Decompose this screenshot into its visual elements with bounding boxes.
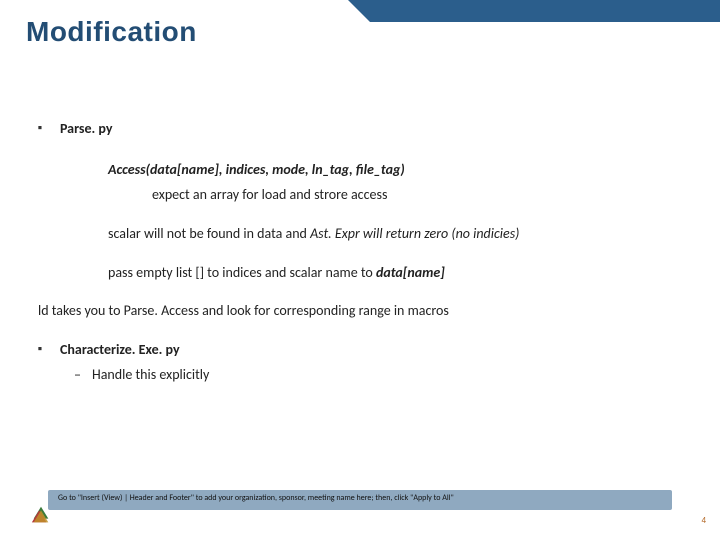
slide: Modification Parse. py Access(data[name]…: [0, 0, 720, 540]
line-access-sig: Access(data[name], indices, mode, ln_tag…: [38, 161, 692, 180]
slide-title: Modification: [26, 16, 197, 48]
logo-icon: [30, 504, 52, 526]
sub-bullet-wrap: Handle this explicitly: [38, 366, 692, 385]
header-banner: [370, 0, 720, 22]
sub-bullet-handle: Handle this explicitly: [74, 366, 692, 385]
bullet-characterize: Characterize. Exe. py: [38, 341, 692, 360]
line-ld: ld takes you to Parse. Access and look f…: [38, 302, 692, 321]
bullet-parse-py: Parse. py: [38, 120, 692, 139]
text-scalar-pre: scalar will not be found in data and: [108, 225, 310, 242]
text-pass-tail: data[name]: [376, 264, 445, 281]
text-access-sig: Access(data[name], indices, mode, ln_tag…: [108, 161, 405, 178]
line-expect: expect an array for load and strore acce…: [38, 186, 692, 205]
footer-text: Go to "Insert (View) | Header and Footer…: [58, 493, 454, 503]
slide-body: Parse. py Access(data[name], indices, mo…: [38, 120, 692, 385]
footer-strip: Go to "Insert (View) | Header and Footer…: [48, 490, 672, 510]
text-scalar-mid: Ast. Expr will return zero (no indicies): [310, 225, 519, 242]
text-pass-pre: pass empty list [] to indices and scalar…: [108, 264, 376, 281]
line-pass: pass empty list [] to indices and scalar…: [38, 264, 692, 283]
page-number: 4: [701, 515, 706, 526]
line-scalar: scalar will not be found in data and Ast…: [38, 225, 692, 244]
